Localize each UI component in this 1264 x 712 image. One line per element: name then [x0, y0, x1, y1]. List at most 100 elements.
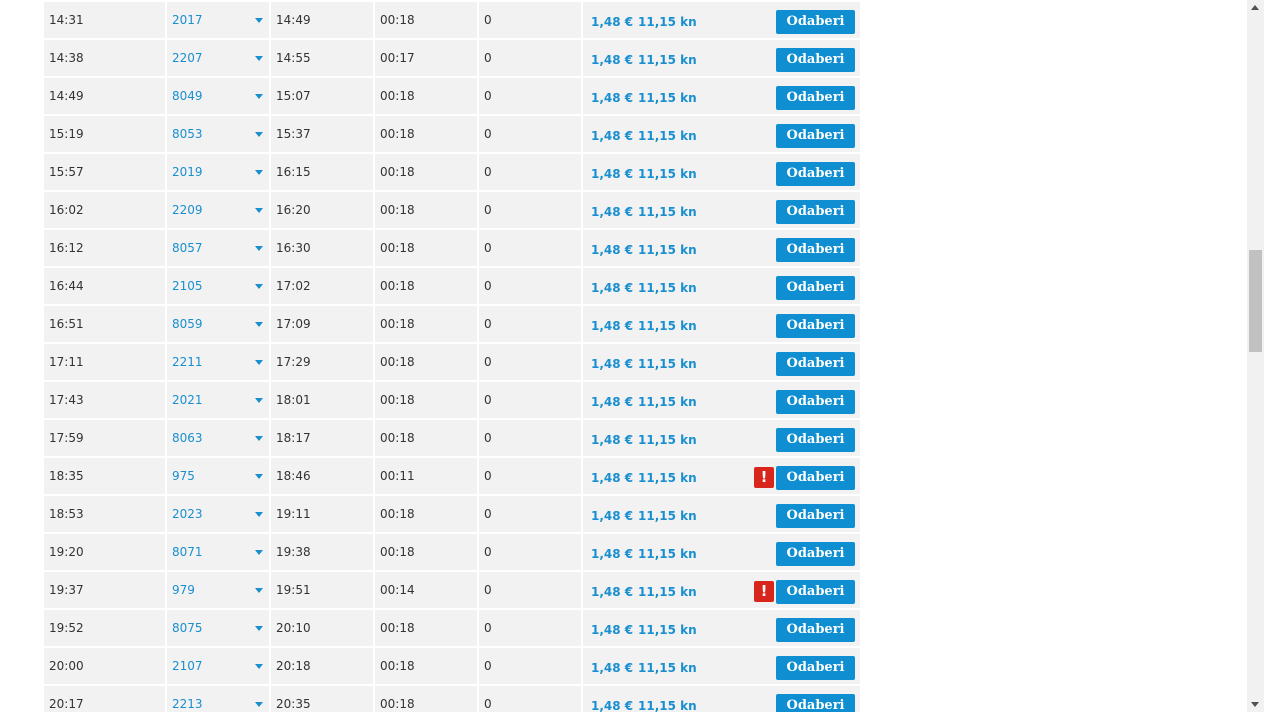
- price-eur: 1,48 €: [591, 243, 634, 257]
- train-number-link[interactable]: 2107: [172, 659, 203, 673]
- price-eur: 1,48 €: [591, 15, 634, 29]
- warning-icon[interactable]: !: [754, 581, 774, 602]
- train-number-link[interactable]: 8071: [172, 545, 203, 559]
- train-number-link[interactable]: 2021: [172, 393, 203, 407]
- train-number-cell[interactable]: 979: [167, 572, 271, 608]
- select-button[interactable]: Odaberi: [776, 656, 855, 680]
- caret-down-icon[interactable]: [255, 284, 263, 289]
- select-button[interactable]: Odaberi: [776, 504, 855, 528]
- select-button[interactable]: Odaberi: [776, 238, 855, 262]
- train-number-link[interactable]: 8063: [172, 431, 203, 445]
- caret-down-icon[interactable]: [255, 360, 263, 365]
- train-number-link[interactable]: 8049: [172, 89, 203, 103]
- select-button[interactable]: Odaberi: [776, 10, 855, 34]
- price-eur: 1,48 €: [591, 585, 634, 599]
- price-cell: 1,48 € 11,15 kn Odaberi: [583, 154, 860, 190]
- caret-down-icon[interactable]: [255, 664, 263, 669]
- train-number-cell[interactable]: 2023: [167, 496, 271, 532]
- train-number-link[interactable]: 2017: [172, 13, 203, 27]
- table-row: 19:20 8071 19:38 00:18 0 1,48 € 11,15 kn Odaber…: [44, 534, 860, 572]
- departure-time: 16:02: [44, 192, 167, 228]
- caret-down-icon[interactable]: [255, 512, 263, 517]
- select-button[interactable]: Odaberi: [776, 352, 855, 376]
- select-button[interactable]: Odaberi: [776, 276, 855, 300]
- caret-down-icon[interactable]: [255, 170, 263, 175]
- train-number-link[interactable]: 2211: [172, 355, 203, 369]
- price-kn: 11,15 kn: [638, 319, 697, 333]
- train-number-cell[interactable]: 8049: [167, 78, 271, 114]
- select-button[interactable]: Odaberi: [776, 314, 855, 338]
- select-button[interactable]: Odaberi: [776, 86, 855, 110]
- train-number-cell[interactable]: 2209: [167, 192, 271, 228]
- select-button[interactable]: Odaberi: [776, 428, 855, 452]
- select-button[interactable]: Odaberi: [776, 124, 855, 148]
- price-eur: 1,48 €: [591, 167, 634, 181]
- train-number-cell[interactable]: 8053: [167, 116, 271, 152]
- train-number-link[interactable]: 979: [172, 583, 195, 597]
- train-number-link[interactable]: 8075: [172, 621, 203, 635]
- timetable: 14:31 2017 14:49 00:18 0 1,48 €11,15 kn Odaber…: [44, 2, 860, 712]
- train-number-cell[interactable]: 8059: [167, 306, 271, 342]
- price-cell: 1,48 € 11,15 kn! Odaberi: [583, 458, 860, 494]
- price-kn: 11,15 kn: [638, 395, 697, 409]
- train-number-cell[interactable]: 8075: [167, 610, 271, 646]
- caret-down-icon[interactable]: [255, 94, 263, 99]
- caret-down-icon[interactable]: [255, 322, 263, 327]
- train-number-link[interactable]: 8053: [172, 127, 203, 141]
- changes-count: 0: [479, 78, 583, 114]
- train-number-link[interactable]: 8059: [172, 317, 203, 331]
- select-button[interactable]: Odaberi: [776, 580, 855, 604]
- train-number-cell[interactable]: 8071: [167, 534, 271, 570]
- train-number-link[interactable]: 2207: [172, 51, 203, 65]
- train-number-cell[interactable]: 2017: [167, 2, 271, 38]
- caret-down-icon[interactable]: [255, 702, 263, 707]
- caret-down-icon[interactable]: [255, 550, 263, 555]
- train-number-link[interactable]: 8057: [172, 241, 203, 255]
- caret-down-icon[interactable]: [255, 18, 263, 23]
- train-number-link[interactable]: 2019: [172, 165, 203, 179]
- select-button[interactable]: Odaberi: [776, 542, 855, 566]
- train-number-link[interactable]: 2213: [172, 697, 203, 711]
- changes-count: 0: [479, 458, 583, 494]
- train-number-link[interactable]: 2023: [172, 507, 203, 521]
- train-number-cell[interactable]: 975: [167, 458, 271, 494]
- select-button[interactable]: Odaberi: [776, 162, 855, 186]
- train-number-cell[interactable]: 8057: [167, 230, 271, 266]
- vertical-scrollbar[interactable]: [1247, 0, 1264, 712]
- train-number-cell[interactable]: 2105: [167, 268, 271, 304]
- scroll-up-arrow-icon[interactable]: [1251, 5, 1259, 10]
- train-number-cell[interactable]: 2107: [167, 648, 271, 684]
- select-button[interactable]: Odaberi: [776, 390, 855, 414]
- select-button[interactable]: Odaberi: [776, 200, 855, 224]
- caret-down-icon[interactable]: [255, 246, 263, 251]
- train-number-link[interactable]: 975: [172, 469, 195, 483]
- train-number-cell[interactable]: 2019: [167, 154, 271, 190]
- select-button[interactable]: Odaberi: [776, 694, 855, 712]
- train-number-cell[interactable]: 2207: [167, 40, 271, 76]
- select-button[interactable]: Odaberi: [776, 618, 855, 642]
- price-cell: 1,48 € 11,15 kn Odaberi: [583, 230, 860, 266]
- caret-down-icon[interactable]: [255, 398, 263, 403]
- train-number-cell[interactable]: 2021: [167, 382, 271, 418]
- select-button[interactable]: Odaberi: [776, 48, 855, 72]
- caret-down-icon[interactable]: [255, 132, 263, 137]
- price-eur: 1,48 €: [591, 91, 634, 105]
- caret-down-icon[interactable]: [255, 474, 263, 479]
- scroll-down-arrow-icon[interactable]: [1251, 702, 1259, 707]
- select-button[interactable]: Odaberi: [776, 466, 855, 490]
- caret-down-icon[interactable]: [255, 436, 263, 441]
- table-row: 19:52 8075 20:10 00:18 0 1,48 € 11,15 kn Odaber…: [44, 610, 860, 648]
- changes-count: 0: [479, 306, 583, 342]
- train-number-cell[interactable]: 2211: [167, 344, 271, 380]
- arrival-time: 16:20: [271, 192, 375, 228]
- warning-icon[interactable]: !: [754, 467, 774, 488]
- caret-down-icon[interactable]: [255, 588, 263, 593]
- train-number-cell[interactable]: 2213: [167, 686, 271, 712]
- train-number-link[interactable]: 2209: [172, 203, 203, 217]
- train-number-link[interactable]: 2105: [172, 279, 203, 293]
- caret-down-icon[interactable]: [255, 626, 263, 631]
- train-number-cell[interactable]: 8063: [167, 420, 271, 456]
- scrollbar-thumb[interactable]: [1249, 250, 1262, 352]
- caret-down-icon[interactable]: [255, 208, 263, 213]
- caret-down-icon[interactable]: [255, 56, 263, 61]
